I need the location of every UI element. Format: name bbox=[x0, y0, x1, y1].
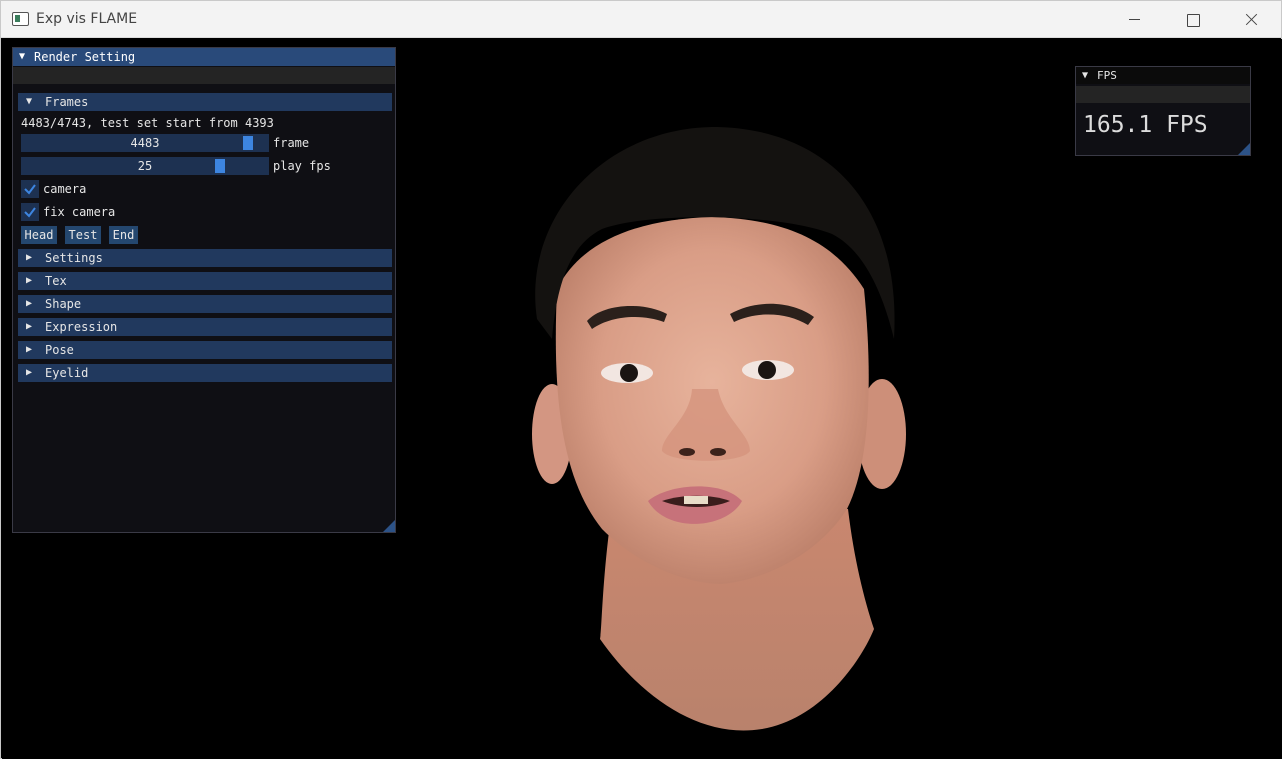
title-bar[interactable]: Exp vis FLAME bbox=[1, 1, 1281, 38]
frame-status-text: 4483/4743, test set start from 4393 bbox=[21, 116, 274, 130]
render-setting-title: Render Setting bbox=[34, 50, 136, 64]
menu-strip bbox=[13, 67, 395, 84]
triangle-right-icon: ▶ bbox=[26, 275, 33, 286]
head-button[interactable]: Head bbox=[21, 226, 57, 244]
triangle-right-icon: ▶ bbox=[26, 252, 33, 263]
fix-camera-checkbox[interactable] bbox=[21, 203, 39, 221]
header-settings-label: Settings bbox=[45, 251, 103, 265]
header-eyelid-label: Eyelid bbox=[45, 366, 89, 380]
header-expression[interactable]: ▶ Expression bbox=[18, 318, 392, 336]
frame-slider-grab[interactable] bbox=[243, 136, 253, 150]
play-fps-slider-grab[interactable] bbox=[215, 159, 225, 173]
render-setting-titlebar[interactable]: ▼ Render Setting bbox=[13, 48, 395, 66]
header-shape[interactable]: ▶ Shape bbox=[18, 295, 392, 313]
play-fps-slider-value: 25 bbox=[137, 159, 153, 173]
fps-value: 165.1 FPS bbox=[1083, 112, 1208, 138]
fix-camera-checkbox-label: fix camera bbox=[43, 205, 116, 219]
checkmark-icon bbox=[24, 207, 36, 218]
header-tex-label: Tex bbox=[45, 274, 67, 288]
fps-title: FPS bbox=[1097, 69, 1117, 82]
close-button[interactable] bbox=[1221, 1, 1279, 38]
frame-slider-label: frame bbox=[273, 136, 310, 150]
end-button[interactable]: End bbox=[109, 226, 138, 244]
test-button[interactable]: Test bbox=[65, 226, 101, 244]
header-shape-label: Shape bbox=[45, 297, 82, 311]
triangle-right-icon: ▶ bbox=[26, 298, 33, 309]
minimize-button[interactable] bbox=[1105, 1, 1163, 38]
fps-menu-strip bbox=[1076, 86, 1250, 103]
header-frames[interactable]: ▼ Frames bbox=[18, 93, 392, 111]
header-settings[interactable]: ▶ Settings bbox=[18, 249, 392, 267]
camera-checkbox-label: camera bbox=[43, 182, 87, 196]
camera-checkbox[interactable] bbox=[21, 180, 39, 198]
header-pose[interactable]: ▶ Pose bbox=[18, 341, 392, 359]
triangle-down-icon[interactable]: ▼ bbox=[19, 51, 25, 62]
play-fps-slider[interactable]: 25 bbox=[21, 157, 269, 175]
frame-slider-value: 4483 bbox=[130, 136, 160, 150]
triangle-down-icon[interactable]: ▼ bbox=[1082, 70, 1088, 81]
triangle-right-icon: ▶ bbox=[26, 321, 33, 332]
triangle-right-icon: ▶ bbox=[26, 367, 33, 378]
header-pose-label: Pose bbox=[45, 343, 74, 357]
app-icon bbox=[12, 12, 29, 26]
header-expression-label: Expression bbox=[45, 320, 118, 334]
checkmark-icon bbox=[24, 184, 36, 195]
header-frames-label: Frames bbox=[45, 95, 89, 109]
resize-grip[interactable] bbox=[383, 520, 395, 532]
frame-slider[interactable]: 4483 bbox=[21, 134, 269, 152]
render-setting-panel[interactable]: ▼ Render Setting ▼ Frames 4483/4743, tes… bbox=[12, 47, 396, 533]
triangle-right-icon: ▶ bbox=[26, 344, 33, 355]
resize-grip[interactable] bbox=[1238, 143, 1250, 155]
app-window: Exp vis FLAME ▼ Render Setting ▼ Frames … bbox=[0, 0, 1282, 759]
window-title: Exp vis FLAME bbox=[36, 11, 138, 27]
maximize-button[interactable] bbox=[1163, 1, 1221, 38]
play-fps-slider-label: play fps bbox=[273, 159, 331, 173]
fps-titlebar[interactable]: ▼ FPS bbox=[1076, 67, 1250, 84]
fps-panel[interactable]: ▼ FPS 165.1 FPS bbox=[1075, 66, 1251, 156]
header-tex[interactable]: ▶ Tex bbox=[18, 272, 392, 290]
triangle-down-icon: ▼ bbox=[26, 96, 33, 107]
header-eyelid[interactable]: ▶ Eyelid bbox=[18, 364, 392, 382]
